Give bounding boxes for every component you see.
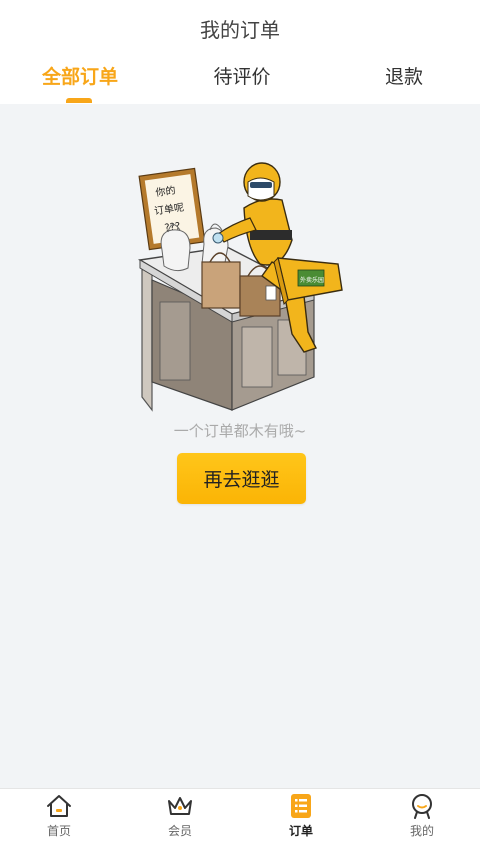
bottom-navigation: 首页 会员 订单 我的: [0, 788, 480, 841]
profile-icon: [412, 794, 432, 819]
tab-refund[interactable]: 退款: [372, 62, 436, 104]
nav-item-mine[interactable]: 我的: [382, 789, 462, 841]
nav-label-orders: 订单: [288, 824, 313, 838]
header: 我的订单 全部订单 待评价 退款: [0, 0, 480, 104]
nav-label-mine: 我的: [409, 824, 434, 838]
page-title: 我的订单: [200, 18, 280, 42]
home-icon: [47, 795, 71, 817]
nav-label-home: 首页: [46, 824, 71, 838]
nav-label-member: 会员: [167, 824, 192, 838]
nav-item-member[interactable]: 会员: [140, 789, 220, 841]
empty-orders-illustration: 你的 订单呢 ??? 外卖乐园: [137, 162, 343, 412]
nav-item-home[interactable]: 首页: [19, 789, 99, 841]
tab-pending-review[interactable]: 待评价: [200, 62, 284, 104]
empty-state-message: 一个订单都木有哦~: [173, 422, 307, 440]
active-tab-indicator: [66, 98, 92, 103]
crown-icon: [168, 797, 192, 815]
browse-more-button[interactable]: 再去逛逛: [177, 453, 306, 504]
order-list-icon: [291, 794, 311, 818]
nav-item-orders[interactable]: 订单: [261, 789, 341, 841]
delivery-box-label: 外卖乐园: [300, 276, 324, 284]
